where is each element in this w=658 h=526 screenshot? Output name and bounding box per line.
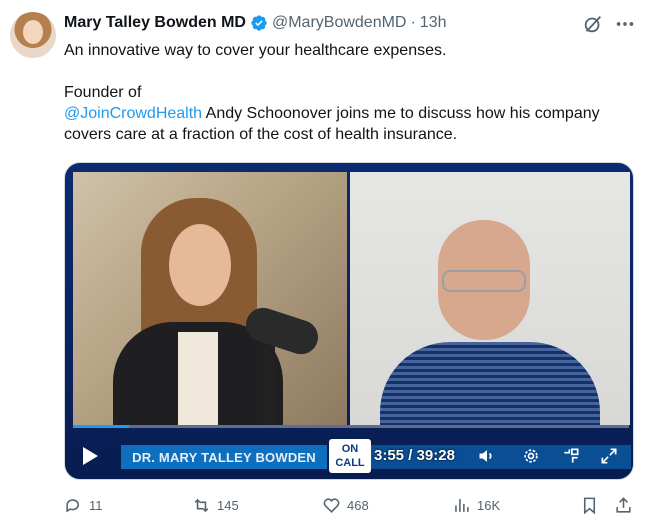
grok-icon[interactable] — [582, 13, 604, 35]
microphone-stand — [263, 344, 275, 425]
duration: 39:28 — [416, 447, 455, 464]
channel-logo-line: CALL — [335, 457, 365, 469]
person-shirt — [178, 332, 218, 425]
volume-icon[interactable] — [477, 446, 497, 466]
person-body — [380, 342, 600, 425]
tweet-text-line: Founder of — [64, 84, 142, 101]
more-icon[interactable] — [614, 13, 636, 35]
verified-badge-icon[interactable] — [250, 14, 268, 32]
tweet-text-line: An innovative way to cover your healthca… — [64, 42, 447, 59]
lower-third-name: DR. MARY TALLEY BOWDEN — [132, 449, 316, 465]
views-icon — [455, 499, 469, 512]
fullscreen-icon[interactable] — [599, 446, 619, 466]
reply-count: 11 — [89, 498, 103, 513]
display-name[interactable]: Mary Talley Bowden MD — [64, 14, 246, 32]
tweet-text: An innovative way to cover your healthca… — [64, 40, 644, 145]
video-timecode: 3:55 / 39:28 — [374, 447, 455, 464]
repost-button[interactable]: 145 — [192, 496, 239, 515]
views-button[interactable]: 16K — [452, 496, 500, 515]
bookmark-icon — [583, 497, 596, 515]
play-icon[interactable] — [81, 446, 99, 466]
mention-link[interactable]: @JoinCrowdHealth — [64, 105, 202, 122]
video-progress-fill — [73, 425, 129, 428]
like-button[interactable]: 468 — [322, 496, 369, 515]
video-pane-guest — [350, 172, 630, 425]
post-time[interactable]: 13h — [420, 14, 447, 32]
bookmark-button[interactable] — [580, 496, 599, 515]
current-time: 3:55 — [374, 447, 405, 464]
lower-third-banner: DR. MARY TALLEY BOWDEN — [121, 445, 327, 469]
like-icon — [323, 498, 340, 513]
reply-icon — [66, 499, 80, 513]
avatar[interactable] — [10, 12, 56, 58]
view-count: 16K — [477, 498, 501, 513]
minimize-icon[interactable] — [561, 446, 581, 466]
share-icon — [616, 497, 631, 513]
separator-dot: · — [410, 14, 416, 31]
tweet-header: Mary Talley Bowden MD @MaryBowdenMD · 13… — [64, 12, 447, 34]
time-separator: / — [408, 447, 413, 464]
tweet-text-fragment: Andy Schoonover joins me to discuss how … — [202, 105, 600, 122]
video-progress-bar[interactable] — [73, 425, 629, 428]
person-face — [169, 224, 231, 306]
tweet-text-line: @JoinCrowdHealth Andy Schoonover joins m… — [64, 103, 644, 124]
channel-logo-line: ON — [341, 443, 359, 455]
like-count: 468 — [347, 498, 369, 513]
channel-logo: ON CALL — [329, 439, 371, 473]
action-bar: 11 145 468 16K — [64, 496, 644, 518]
repost-icon — [194, 498, 209, 513]
repost-count: 145 — [217, 498, 239, 513]
tweet-text-line: covers care at a fraction of the cost of… — [64, 126, 458, 143]
person-glasses — [442, 270, 526, 292]
share-button[interactable] — [614, 496, 633, 515]
video-player[interactable]: DR. MARY TALLEY BOWDEN ON CALL 3:55 / 39… — [64, 162, 634, 480]
video-pane-host — [73, 172, 347, 425]
settings-icon[interactable] — [521, 446, 541, 466]
author-handle[interactable]: @MaryBowdenMD — [272, 14, 407, 32]
reply-button[interactable]: 11 — [64, 496, 103, 515]
